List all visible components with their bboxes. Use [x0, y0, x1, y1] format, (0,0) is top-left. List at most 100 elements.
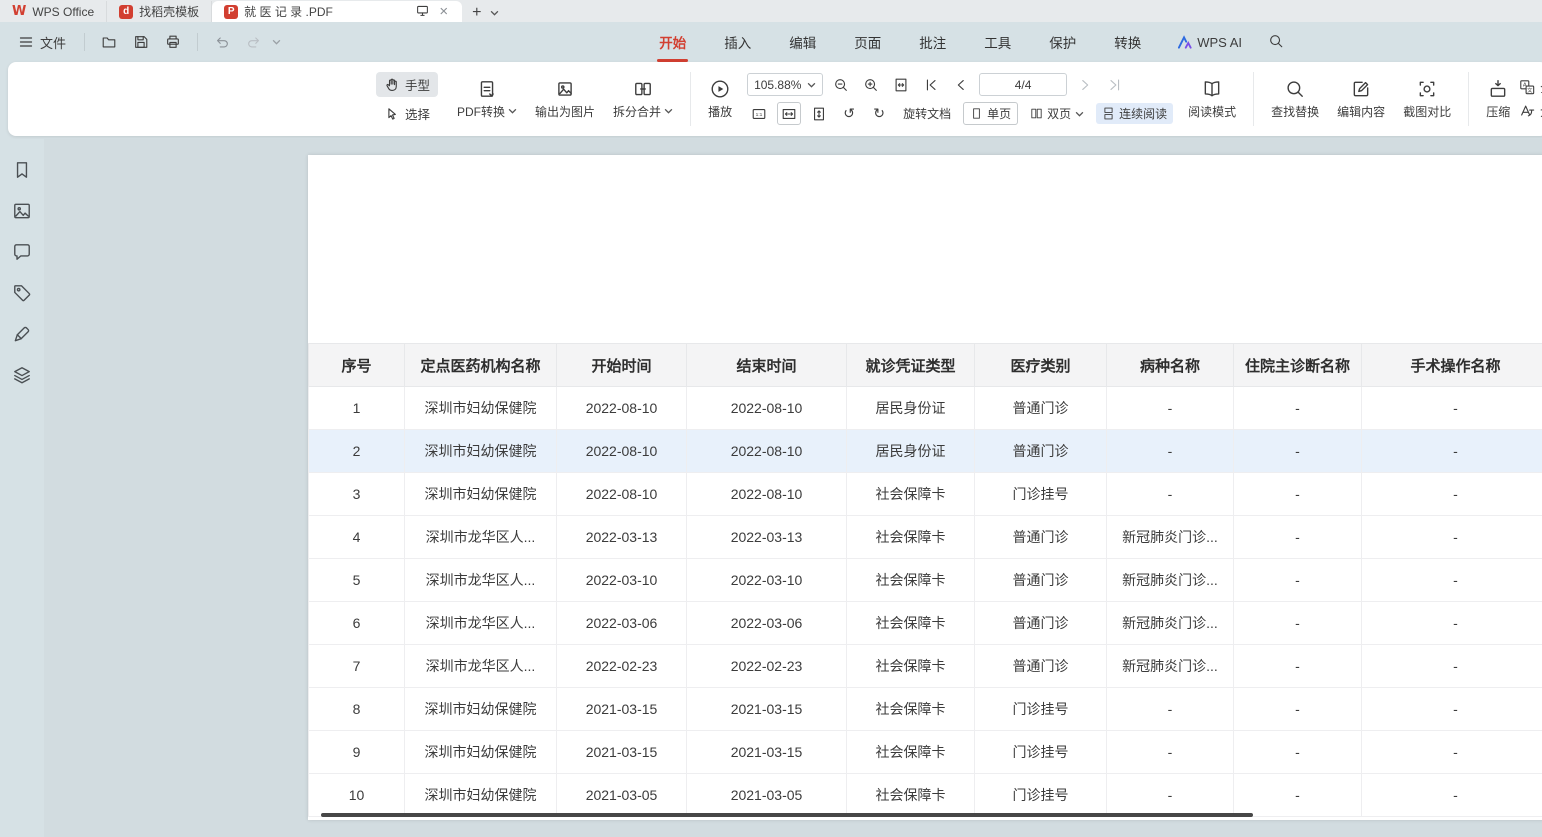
open-file-button[interactable]	[95, 30, 123, 54]
tab-protect[interactable]: 保护	[1047, 26, 1078, 58]
double-page-button[interactable]: 双页	[1024, 103, 1090, 124]
play-button[interactable]: 播放	[699, 75, 741, 124]
table-row[interactable]: 7深圳市龙华区人...2022-02-232022-02-23社会保障卡普通门诊…	[309, 645, 1542, 688]
tab-home[interactable]: 开始	[657, 26, 688, 58]
tab-comment[interactable]: 批注	[917, 26, 948, 58]
layers-panel-button[interactable]	[8, 364, 36, 386]
table-cell: 社会保障卡	[847, 559, 975, 602]
tab-tools[interactable]: 工具	[982, 26, 1013, 58]
table-cell: 2022-02-23	[557, 645, 687, 688]
last-page-button[interactable]	[1103, 73, 1127, 96]
fit-height-button[interactable]	[807, 102, 831, 125]
book-icon	[1202, 79, 1222, 99]
pdf-page: 序号定点医药机构名称开始时间结束时间就诊凭证类型医疗类别病种名称住院主诊断名称手…	[308, 155, 1542, 820]
rotate-document-button[interactable]: 旋转文档	[897, 103, 957, 124]
tab-label: 找稻壳模板	[139, 3, 199, 20]
file-menu-button[interactable]: 文件	[10, 29, 74, 56]
table-cell: -	[1234, 688, 1362, 731]
table-cell: 2021-03-15	[687, 688, 847, 731]
thumbnail-panel-button[interactable]	[8, 200, 36, 222]
table-cell: -	[1234, 731, 1362, 774]
table-cell: 深圳市妇幼保健院	[405, 688, 557, 731]
save-button[interactable]	[127, 30, 155, 54]
pdf-convert-button[interactable]: PDF转换	[448, 75, 526, 124]
single-page-button[interactable]: 单页	[963, 102, 1018, 125]
table-cell: 新冠肺炎门诊...	[1107, 602, 1234, 645]
tab-close-icon[interactable]: ×	[437, 4, 450, 19]
tab-insert[interactable]: 插入	[722, 26, 753, 58]
continuous-read-button[interactable]: 连续阅读	[1096, 103, 1173, 124]
tab-page[interactable]: 页面	[852, 26, 883, 58]
table-row[interactable]: 1深圳市妇幼保健院2022-08-102022-08-10居民身份证普通门诊--…	[309, 387, 1542, 430]
select-tool-button[interactable]: 选择	[376, 101, 438, 126]
tab-docer-templates[interactable]: d 找稻壳模板	[107, 1, 212, 22]
tab-document-pdf[interactable]: P 就 医 记 录 .PDF ×	[212, 1, 462, 22]
table-cell: 2022-03-10	[557, 559, 687, 602]
history-chevron-icon[interactable]	[272, 39, 281, 45]
fit-page-button[interactable]	[889, 73, 913, 96]
zoom-level-value: 105.88%	[754, 78, 801, 92]
new-tab-button[interactable]: +	[472, 4, 481, 22]
annotation-panel-button[interactable]	[8, 282, 36, 304]
continuous-read-icon	[1102, 107, 1115, 120]
fit-width-button[interactable]	[777, 102, 801, 125]
table-row[interactable]: 2深圳市妇幼保健院2022-08-102022-08-10居民身份证普通门诊--…	[309, 430, 1542, 473]
first-page-button[interactable]	[919, 73, 943, 96]
table-row[interactable]: 10深圳市妇幼保健院2021-03-052021-03-05社会保障卡门诊挂号-…	[309, 774, 1542, 817]
table-cell: 深圳市龙华区人...	[405, 645, 557, 688]
layers-icon	[12, 365, 32, 385]
zoom-out-button[interactable]	[829, 73, 853, 96]
table-cell: 2021-03-15	[557, 688, 687, 731]
export-image-button[interactable]: 输出为图片	[526, 75, 604, 124]
compress-button[interactable]: 压缩	[1477, 75, 1519, 124]
table-row[interactable]: 6深圳市龙华区人...2022-03-062022-03-06社会保障卡普通门诊…	[309, 602, 1542, 645]
wps-ai-button[interactable]: WPS AI	[1177, 35, 1242, 50]
device-sync-icon[interactable]	[414, 4, 431, 19]
next-page-icon	[1077, 77, 1093, 93]
tab-list-chevron-icon[interactable]	[490, 10, 499, 16]
previous-page-button[interactable]	[949, 73, 973, 96]
undo-button[interactable]	[208, 30, 236, 54]
table-row[interactable]: 3深圳市妇幼保健院2022-08-102022-08-10社会保障卡门诊挂号--…	[309, 473, 1542, 516]
print-button[interactable]	[159, 30, 187, 54]
edit-content-label: 编辑内容	[1337, 103, 1385, 120]
next-page-button[interactable]	[1073, 73, 1097, 96]
table-cell: 4	[309, 516, 405, 559]
page-indicator-input[interactable]: 4/4	[979, 73, 1067, 96]
actual-size-button[interactable]: 1:1	[747, 102, 771, 125]
signature-panel-button[interactable]	[8, 323, 36, 345]
tab-wps-office[interactable]: W WPS Office	[0, 1, 107, 22]
global-search-button[interactable]	[1268, 33, 1284, 52]
table-row[interactable]: 8深圳市妇幼保健院2021-03-152021-03-15社会保障卡门诊挂号--…	[309, 688, 1542, 731]
play-icon	[710, 79, 730, 99]
edit-content-button[interactable]: 编辑内容	[1328, 75, 1394, 124]
word-translate-button[interactable]: 划词翻译	[1519, 103, 1542, 120]
zoom-in-button[interactable]	[859, 73, 883, 96]
table-row[interactable]: 5深圳市龙华区人...2022-03-102022-03-10社会保障卡普通门诊…	[309, 559, 1542, 602]
rotate-right-button[interactable]: ↻	[867, 102, 891, 125]
split-merge-button[interactable]: 拆分合并	[604, 75, 682, 124]
zoom-select[interactable]: 105.88%	[747, 73, 823, 96]
file-menu-label: 文件	[40, 33, 66, 52]
table-cell: 深圳市龙华区人...	[405, 559, 557, 602]
screenshot-compare-button[interactable]: 截图对比	[1394, 75, 1460, 124]
bookmark-panel-button[interactable]	[8, 159, 36, 181]
table-row[interactable]: 9深圳市妇幼保健院2021-03-152021-03-15社会保障卡门诊挂号--…	[309, 731, 1542, 774]
horizontal-scrollbar-thumb[interactable]	[321, 813, 1253, 817]
table-cell: 门诊挂号	[975, 731, 1107, 774]
tab-edit[interactable]: 编辑	[787, 26, 818, 58]
find-replace-button[interactable]: 查找替换	[1262, 75, 1328, 124]
table-cell: -	[1234, 602, 1362, 645]
hamburger-icon	[18, 34, 34, 50]
svg-text:文: 文	[1527, 86, 1533, 94]
table-cell: 社会保障卡	[847, 602, 975, 645]
rotate-left-button[interactable]: ↺	[837, 102, 861, 125]
table-row[interactable]: 4深圳市龙华区人...2022-03-132022-03-13社会保障卡普通门诊…	[309, 516, 1542, 559]
full-translate-button[interactable]: A文 全文翻译	[1519, 79, 1542, 96]
redo-button[interactable]	[240, 30, 268, 54]
tab-convert[interactable]: 转换	[1112, 26, 1143, 58]
hand-tool-button[interactable]: 手型	[376, 72, 438, 97]
read-mode-button[interactable]: 阅读模式	[1179, 75, 1245, 124]
table-cell: 2021-03-05	[687, 774, 847, 817]
comment-panel-button[interactable]	[8, 241, 36, 263]
